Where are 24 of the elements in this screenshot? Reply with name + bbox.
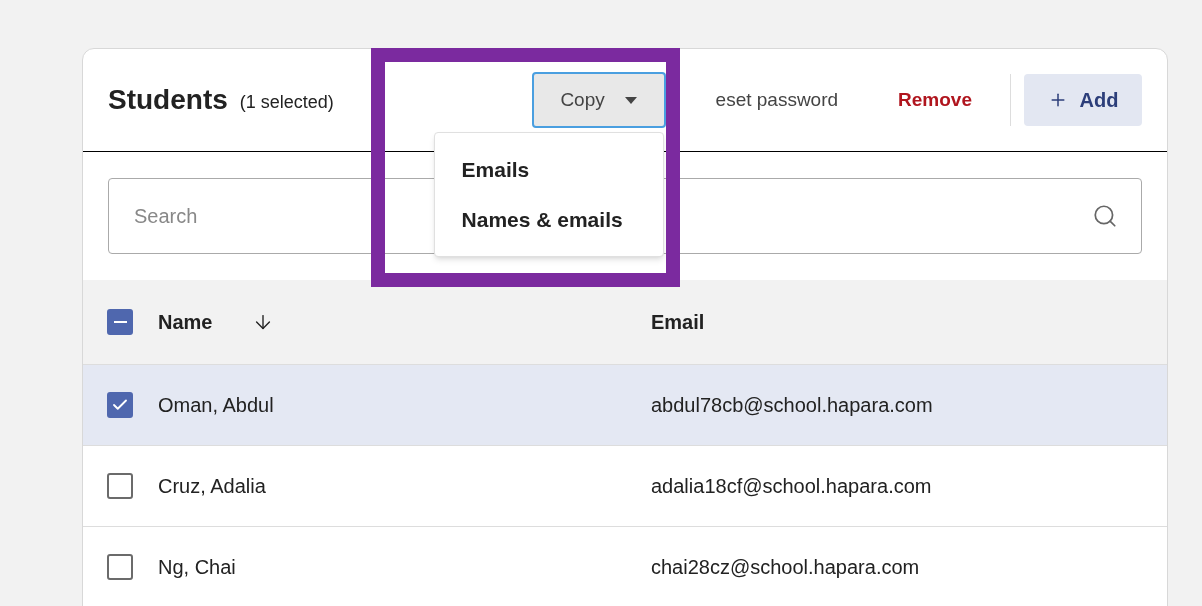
- table-row[interactable]: Oman, Abdul abdul78cb@school.hapara.com: [83, 365, 1167, 446]
- checkbox[interactable]: [107, 392, 133, 418]
- search-icon: [1092, 203, 1118, 229]
- column-header[interactable]: Name: [158, 307, 275, 337]
- table-cell-text: abdul78cb@school.hapara.com: [651, 393, 933, 418]
- selection-count: (1 selected): [239, 90, 334, 114]
- minus-icon: [113, 321, 127, 323]
- add-button[interactable]: Add: [1024, 74, 1142, 126]
- table-cell-text: Cruz, Adalia: [158, 474, 267, 499]
- table-cell-text: Ng, Chai: [158, 555, 237, 580]
- table-cell-text: chai28cz@school.hapara.com: [651, 555, 920, 580]
- checkbox[interactable]: [107, 473, 133, 499]
- menu-item[interactable]: Emails: [434, 145, 663, 195]
- caret-icon: [624, 96, 637, 104]
- menu-item[interactable]: Names & emails: [434, 194, 663, 244]
- column-header[interactable]: Email: [651, 307, 705, 337]
- checkbox[interactable]: [107, 309, 133, 335]
- checkbox[interactable]: [107, 554, 133, 580]
- copy-dropdown-button[interactable]: Copy: [531, 72, 666, 128]
- page-title: Students: [108, 83, 228, 117]
- table-cell-text: adalia18cf@school.hapara.com: [651, 474, 932, 499]
- remove-button[interactable]: Remove: [898, 85, 972, 115]
- reset-password-button[interactable]: eset password: [715, 85, 839, 115]
- table-cell-text: Oman, Abdul: [158, 393, 275, 418]
